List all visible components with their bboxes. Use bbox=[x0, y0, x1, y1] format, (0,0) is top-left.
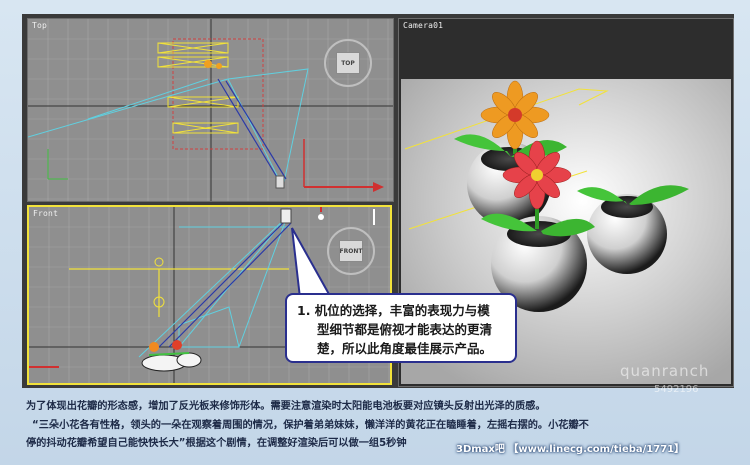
watermark-id: 5492196 bbox=[654, 384, 699, 395]
caption-line: 为了体现出花瓣的形态感，增加了反光板来修饰形体。需要注意渲染时太阳能电池板要对应… bbox=[26, 401, 546, 412]
callout-line: 型细节都是俯视才能表达的更清 bbox=[317, 322, 493, 337]
viewcube-top[interactable]: TOP bbox=[324, 39, 372, 87]
callout-box: 1. 机位的选择，丰富的表现力与模 型细节都是俯视才能表达的更清 楚，所以此角度… bbox=[285, 293, 517, 363]
top-viewport[interactable]: TOP Top bbox=[27, 18, 394, 202]
caption-line: “三朵小花各有性格，领头的一朵在观察着周围的情况，保护着弟弟妹妹，懒洋洋的黄花正… bbox=[32, 419, 589, 431]
top-viewport-label[interactable]: Top bbox=[32, 21, 47, 30]
watermark-brand: quanranch bbox=[620, 362, 710, 380]
front-viewport-label[interactable]: Front bbox=[33, 209, 58, 218]
callout-line: 1. 机位的选择，丰富的表现力与模 bbox=[297, 303, 490, 318]
screenshot: TOP Top FRONT Front Camera01 1. 机位的选择，丰富… bbox=[0, 0, 750, 465]
viewcube-face[interactable]: TOP bbox=[336, 52, 360, 74]
viewcube-face[interactable]: FRONT bbox=[339, 240, 363, 262]
watermark-footer: 3Dmax吧 【www.linecg.com/tieba/1771】 bbox=[456, 444, 685, 455]
viewcube-front[interactable]: FRONT bbox=[327, 227, 375, 275]
camera-viewport-label[interactable]: Camera01 bbox=[403, 21, 443, 30]
callout-line: 楚，所以此角度最佳展示产品。 bbox=[317, 341, 493, 356]
